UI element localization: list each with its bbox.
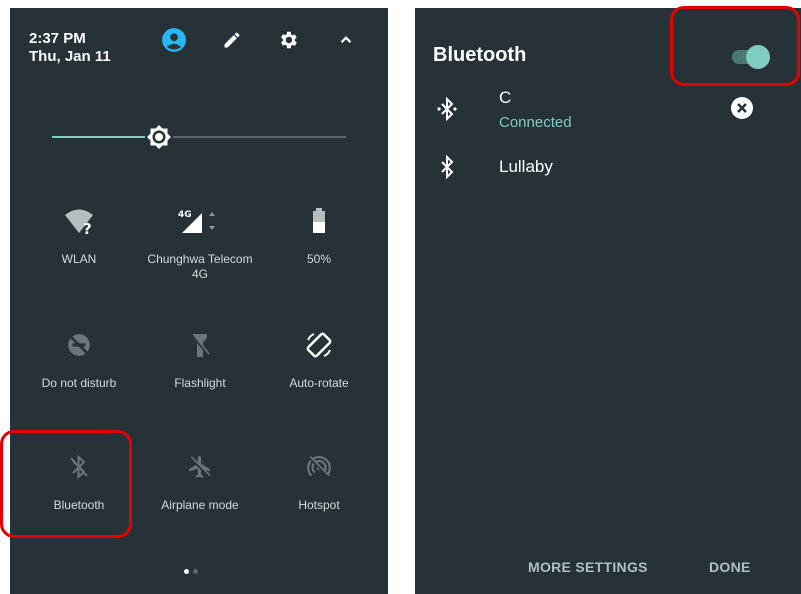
page-indicator [182,561,200,579]
tile-do-not-disturb[interactable]: Do not disturb [24,330,134,391]
tile-label: WLAN [61,252,97,266]
clock-time: 2:37 PM [29,30,86,47]
device-name[interactable]: Lullaby [499,157,553,177]
tile-label: Flashlight [174,376,226,390]
do-not-disturb-off-icon [24,330,134,360]
panel-title: Bluetooth [433,44,527,66]
tile-label: Hotspot [298,498,340,512]
battery-icon [264,206,374,236]
done-button[interactable]: DONE [709,559,751,575]
flashlight-off-icon [145,330,255,360]
airplane-off-icon [145,452,255,482]
settings-icon[interactable] [274,26,302,54]
tile-cellular[interactable]: 4G Chunghwa Telecom 4G [145,206,255,282]
clock-date: Thu, Jan 11 [29,48,111,65]
tile-hotspot[interactable]: Hotspot [264,452,374,513]
tile-label: Auto-rotate [289,376,349,390]
highlight-bluetooth-tile [0,430,132,538]
wifi-unknown-icon: ? [24,206,134,236]
tile-label: Chunghwa Telecom 4G [147,252,253,281]
cellular-4g-icon: 4G [145,206,255,236]
hotspot-off-icon [264,452,374,482]
tile-airplane-mode[interactable]: Airplane mode [145,452,255,513]
svg-text:?: ? [83,220,92,235]
disconnect-icon[interactable] [730,96,754,120]
bluetooth-icon [435,154,459,180]
brightness-thumb-icon[interactable] [144,122,174,152]
auto-rotate-icon [264,330,374,360]
tile-label: Airplane mode [161,498,239,512]
more-settings-button[interactable]: MORE SETTINGS [528,559,648,575]
tile-label: Do not disturb [41,376,117,390]
tile-label: 50% [306,252,332,266]
device-name[interactable]: C [499,88,511,108]
bluetooth-connected-icon [435,96,459,122]
user-icon[interactable] [160,26,188,54]
tile-wlan[interactable]: ? WLAN [24,206,134,267]
svg-text:4G: 4G [178,210,192,220]
tile-auto-rotate[interactable]: Auto-rotate [264,330,374,391]
edit-icon[interactable] [218,26,246,54]
bluetooth-panel: Bluetooth C Connected Lullaby MORE SETTI… [415,8,801,594]
tile-flashlight[interactable]: Flashlight [145,330,255,391]
page-dot [193,569,198,574]
device-status: Connected [499,114,572,131]
page-dot-active [184,569,189,574]
tile-battery[interactable]: 50% [264,206,374,267]
highlight-bluetooth-toggle [670,6,800,86]
brightness-slider[interactable] [52,136,346,138]
collapse-icon[interactable] [332,26,360,54]
